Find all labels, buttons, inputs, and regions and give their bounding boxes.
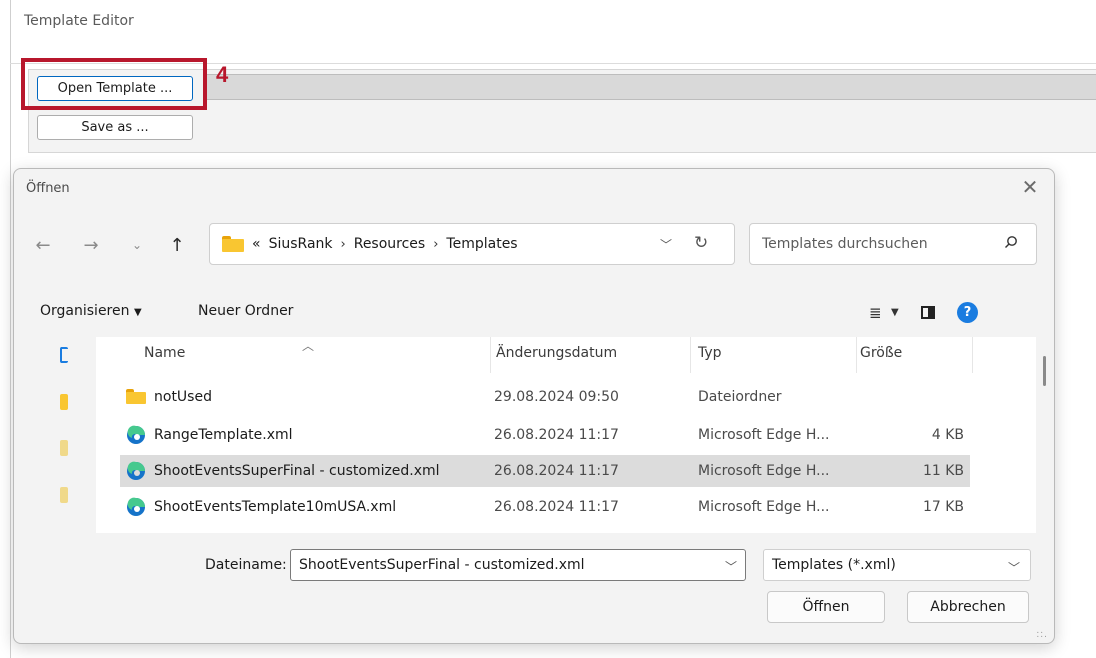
file-size: 11 KB [922,463,964,479]
file-type: Microsoft Edge H... [698,499,830,515]
file-type: Dateiordner [698,389,782,405]
chevron-down-icon: ﹀ [1007,561,1020,575]
column-divider[interactable] [490,337,491,373]
column-divider[interactable] [690,337,691,373]
app-title: Template Editor [24,13,134,29]
file-name: RangeTemplate.xml [154,427,293,443]
filetype-value: Templates (*.xml) [772,557,896,573]
file-row-notused[interactable]: notUsed 29.08.2024 09:50 Dateiordner [120,381,970,413]
folder-icon[interactable] [60,394,68,410]
search-input[interactable] [749,223,1037,265]
preview-pane-icon[interactable] [921,306,935,319]
save-as-button[interactable]: Save as ... [37,115,193,140]
chevron-down-icon[interactable]: ﹀ [660,236,672,253]
step-number: 4 [216,62,229,87]
app-left-border [10,0,11,658]
breadcrumb-item-siusrank[interactable]: SiusRank [269,236,333,252]
column-header-size[interactable]: Größe [860,345,902,361]
file-date: 26.08.2024 11:17 [494,427,619,443]
document-icon[interactable] [60,440,68,456]
file-name: ShootEventsSuperFinal - customized.xml [154,463,440,479]
chevron-down-icon[interactable]: ﹀ [725,558,737,575]
file-row-rangetemplate[interactable]: RangeTemplate.xml 26.08.2024 11:17 Micro… [120,419,970,451]
file-type: Microsoft Edge H... [698,463,830,479]
caret-down-icon[interactable]: ▼ [891,307,899,318]
filename-label: Dateiname: [205,557,287,573]
toolbar-strip [206,74,1096,100]
column-header-type[interactable]: Typ [698,345,722,361]
folder-icon [126,389,146,404]
edge-icon [127,425,145,444]
file-row-shooteventstemplate10musa[interactable]: ShootEventsTemplate10mUSA.xml 26.08.2024… [120,491,970,523]
organize-label: Organisieren [40,303,130,319]
open-file-dialog: Öffnen ✕ ← → ⌄ ↑ « SiusRank › Resources … [13,168,1055,644]
organize-menu[interactable]: Organisieren ▼ [40,303,142,319]
folder-icon [222,236,244,252]
address-bar[interactable]: « SiusRank › Resources › Templates ﹀ [209,223,735,265]
chevron-right-icon: › [433,236,439,252]
edge-icon [127,497,145,516]
filename-input[interactable] [290,549,746,581]
open-button[interactable]: Öffnen [767,591,885,623]
file-type: Microsoft Edge H... [698,427,830,443]
breadcrumb-item-resources[interactable]: Resources [354,236,426,252]
breadcrumb-item-templates[interactable]: Templates [446,236,517,252]
sort-ascending-icon: ︿ [302,339,315,353]
forward-arrow-icon[interactable]: → [80,235,102,256]
search-icon [1005,236,1017,248]
breadcrumb: « SiusRank › Resources › Templates [252,236,518,252]
caret-down-icon: ▼ [133,307,142,318]
chevron-right-icon: › [340,236,346,252]
file-date: 26.08.2024 11:17 [494,463,619,479]
desktop-icon[interactable] [60,347,68,363]
up-arrow-icon[interactable]: ↑ [166,235,188,256]
back-arrow-icon[interactable]: ← [32,235,54,256]
dialog-title: Öffnen [26,181,70,196]
column-divider[interactable] [972,337,973,373]
navigation-pane [14,337,96,537]
new-folder-button[interactable]: Neuer Ordner [198,303,293,319]
scrollbar-thumb[interactable] [1043,356,1046,386]
file-size: 4 KB [931,427,964,443]
file-name: ShootEventsTemplate10mUSA.xml [154,499,397,515]
column-header-date[interactable]: Änderungsdatum [496,345,617,361]
file-date: 26.08.2024 11:17 [494,499,619,515]
help-icon[interactable]: ? [957,302,978,323]
filetype-select[interactable]: Templates (*.xml) ﹀ [763,549,1031,581]
cancel-button[interactable]: Abbrechen [907,591,1029,623]
refresh-icon[interactable]: ↻ [694,233,708,253]
step-highlight-box [21,58,207,110]
file-row-shooteventssuperfinal[interactable]: ShootEventsSuperFinal - customized.xml 2… [120,455,970,487]
recent-locations-chevron-icon[interactable]: ⌄ [126,238,148,252]
file-date: 29.08.2024 09:50 [494,389,619,405]
resize-grip-icon[interactable]: ..... [1036,627,1048,640]
file-name: notUsed [154,389,212,405]
edge-icon [127,461,145,480]
column-divider[interactable] [856,337,857,373]
document-icon[interactable] [60,487,68,503]
breadcrumb-overflow[interactable]: « [252,236,261,252]
file-size: 17 KB [922,499,964,515]
file-list: ︿ Name Änderungsdatum Typ Größe notUsed … [96,337,1036,533]
close-icon[interactable]: ✕ [1020,175,1040,199]
column-header-name[interactable]: Name [144,345,185,361]
view-options-icon[interactable]: ≣ [869,304,882,322]
